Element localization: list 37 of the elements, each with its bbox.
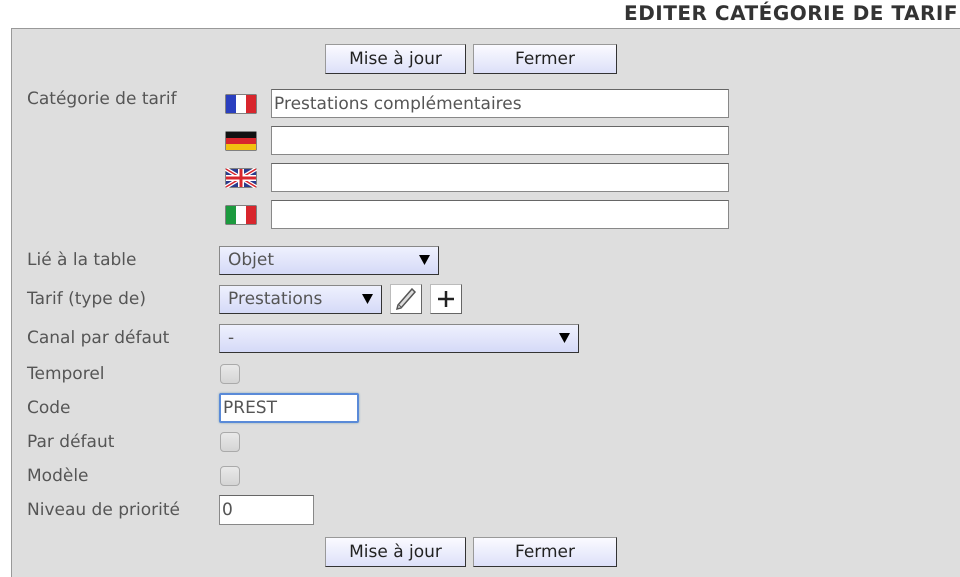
pencil-icon xyxy=(395,287,417,311)
flag-icon xyxy=(225,168,257,188)
field-label: Tarif (type de) xyxy=(27,289,147,309)
flag-icon xyxy=(225,130,257,150)
caret-icon xyxy=(419,255,430,265)
field-label: Par défaut xyxy=(27,432,116,452)
field-label: Catégorie de tarif xyxy=(27,89,178,111)
text-field[interactable]: 0 xyxy=(219,495,314,525)
checkbox[interactable] xyxy=(220,466,240,486)
field-label: Canal par défaut xyxy=(27,328,170,348)
page-title: EDITER CATÉGORIE DE TARIF xyxy=(624,0,958,27)
caret-icon xyxy=(559,333,570,343)
checkbox[interactable] xyxy=(220,364,240,384)
update-button[interactable]: Mise à jour xyxy=(325,537,466,567)
dropdown[interactable]: - xyxy=(219,324,579,352)
caret-icon xyxy=(362,294,373,304)
text-field[interactable]: PREST xyxy=(219,393,359,423)
checkbox[interactable] xyxy=(220,432,240,452)
dropdown[interactable]: Prestations xyxy=(219,284,382,314)
plus-icon xyxy=(437,290,455,308)
flag-icon xyxy=(225,94,257,114)
field-label: Temporel xyxy=(27,364,106,384)
update-button[interactable]: Mise à jour xyxy=(325,44,466,74)
add-button[interactable] xyxy=(430,284,462,314)
field-label: Modèle xyxy=(27,466,90,486)
edit-button[interactable] xyxy=(390,284,422,314)
field-label: Lié à la table xyxy=(27,250,138,270)
translation-field[interactable] xyxy=(271,200,729,229)
close-button[interactable]: Fermer xyxy=(473,537,617,567)
field-label: Niveau de priorité xyxy=(27,500,181,520)
flag-icon xyxy=(225,204,257,224)
translation-field[interactable]: Prestations complémentaires xyxy=(271,89,729,118)
translation-field[interactable] xyxy=(271,126,729,155)
close-button[interactable]: Fermer xyxy=(473,44,617,74)
dropdown[interactable]: Objet xyxy=(219,246,439,274)
field-label: Code xyxy=(27,398,72,418)
translation-field[interactable] xyxy=(271,163,729,192)
